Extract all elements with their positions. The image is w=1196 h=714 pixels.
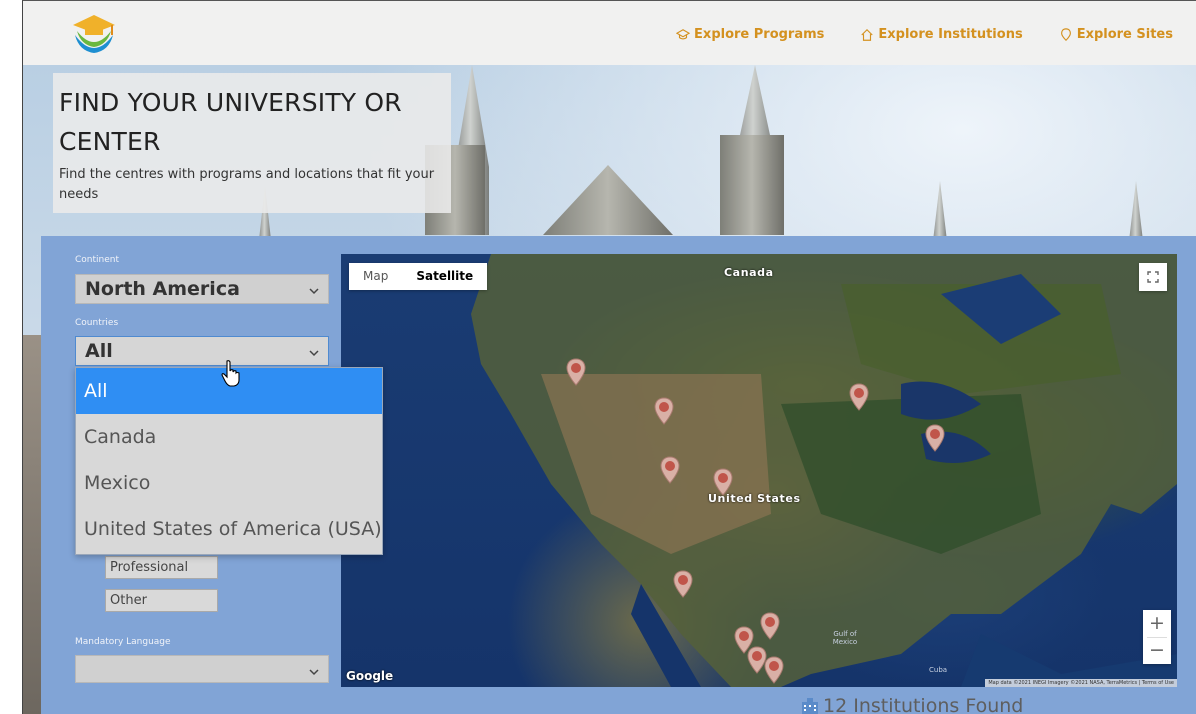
institution-pin-icon[interactable] [659, 456, 681, 484]
institution-pin-icon[interactable] [848, 383, 870, 411]
page-frame: Explore Programs Explore Institutions Ex… [22, 0, 1196, 714]
institution-pin-icon[interactable] [565, 358, 587, 386]
zoom-out-button[interactable]: − [1143, 637, 1171, 664]
chevron-down-icon [309, 669, 319, 676]
fullscreen-button[interactable] [1139, 263, 1167, 291]
hand-cursor-icon [221, 360, 240, 387]
top-header: Explore Programs Explore Institutions Ex… [23, 1, 1196, 65]
page-subtitle: Find the centres with programs and locat… [59, 167, 435, 202]
nav-explore-sites[interactable]: Explore Sites [1059, 27, 1173, 42]
results-count-text: 12 Institutions Found [823, 695, 1024, 714]
building-left [23, 335, 43, 714]
map-type-map-button[interactable]: Map [349, 263, 402, 290]
institutions-map[interactable]: Map Satellite Canada United States Gulf … [341, 254, 1177, 687]
building-icon [802, 698, 818, 714]
institution-pin-icon[interactable] [653, 397, 675, 425]
zoom-divider [1147, 637, 1167, 638]
countries-value: All [85, 340, 113, 362]
institution-pin-icon[interactable] [763, 656, 785, 684]
nav-explore-institutions[interactable]: Explore Institutions [860, 27, 1023, 42]
countries-select[interactable]: All [75, 336, 329, 366]
countries-dropdown-list: All Canada Mexico United States of Ameri… [75, 367, 383, 555]
google-logo[interactable]: Google [346, 669, 393, 683]
location-pin-icon [1060, 27, 1071, 41]
map-label-canada: Canada [724, 266, 774, 279]
fullscreen-icon [1147, 271, 1159, 283]
program-type-professional[interactable]: Professional [105, 556, 218, 579]
country-option-canada[interactable]: Canada [76, 414, 382, 460]
country-option-mexico[interactable]: Mexico [76, 460, 382, 506]
institution-pin-icon[interactable] [712, 468, 734, 496]
institution-pin-icon[interactable] [759, 612, 781, 640]
logo-icon[interactable] [69, 13, 119, 57]
roof [543, 165, 673, 235]
country-option-usa[interactable]: United States of America (USA) [76, 506, 382, 552]
graduation-cap-icon [676, 28, 691, 40]
home-icon [861, 28, 874, 41]
main-nav: Explore Programs Explore Institutions Ex… [676, 27, 1173, 42]
spire [933, 181, 947, 241]
zoom-control: + − [1143, 610, 1171, 664]
tower [720, 135, 784, 235]
chevron-down-icon [309, 350, 319, 357]
language-select[interactable] [75, 655, 329, 683]
map-type-satellite-button[interactable]: Satellite [402, 263, 487, 290]
institution-pin-icon[interactable] [924, 424, 946, 452]
language-label: Mandatory Language [75, 637, 171, 647]
chevron-down-icon [309, 288, 319, 295]
institution-pin-icon[interactable] [672, 570, 694, 598]
page-title: FIND YOUR UNIVERSITY OR CENTER [59, 88, 402, 156]
zoom-in-button[interactable]: + [1143, 610, 1171, 637]
map-attribution[interactable]: Map data ©2021 INEGI Imagery ©2021 NASA,… [985, 679, 1177, 687]
nav-programs-label: Explore Programs [694, 27, 825, 42]
continent-select[interactable]: North America [75, 274, 329, 304]
results-count: 12 Institutions Found [801, 695, 1023, 714]
nav-institutions-label: Explore Institutions [878, 27, 1023, 42]
spire [1129, 181, 1143, 241]
map-label-gulf: Gulf of Mexico [832, 630, 858, 646]
nav-explore-programs[interactable]: Explore Programs [676, 27, 824, 42]
nav-sites-label: Explore Sites [1076, 27, 1173, 42]
continent-value: North America [85, 278, 240, 300]
map-label-cuba: Cuba [929, 666, 948, 674]
countries-label: Countries [75, 318, 119, 328]
continent-label: Continent [75, 255, 119, 265]
program-type-other[interactable]: Other [105, 589, 218, 612]
map-type-control: Map Satellite [349, 263, 488, 290]
